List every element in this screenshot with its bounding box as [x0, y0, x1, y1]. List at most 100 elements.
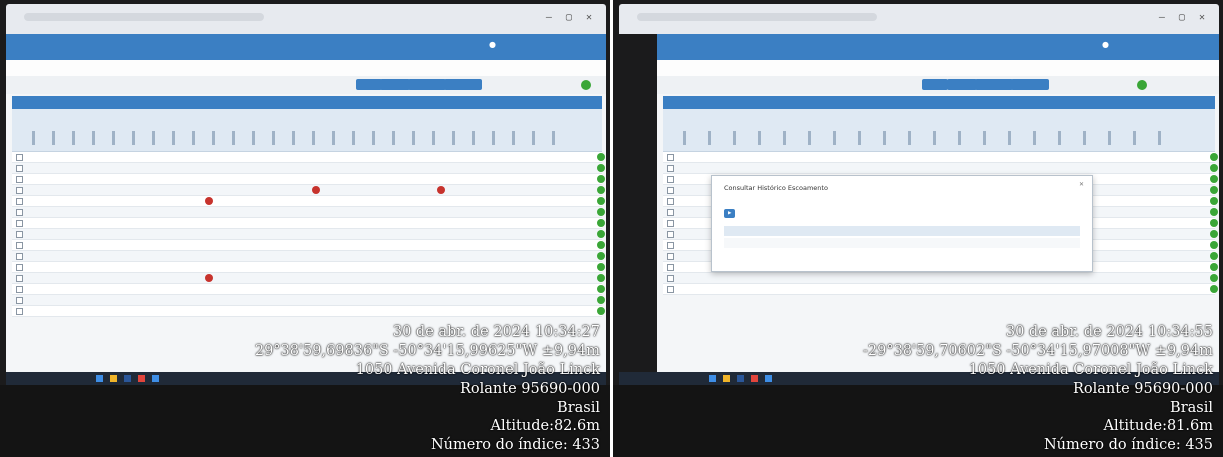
modal-table-row[interactable] [724, 238, 1080, 248]
row-checkbox[interactable] [16, 308, 23, 315]
row-checkbox[interactable] [667, 176, 674, 183]
status-dot[interactable] [597, 175, 605, 183]
table-row[interactable] [12, 284, 605, 295]
address-bar[interactable] [24, 13, 264, 21]
stamp-country: Brasil [1170, 399, 1213, 416]
table-row[interactable] [12, 207, 605, 218]
status-dot[interactable] [1210, 252, 1218, 260]
view-button[interactable] [975, 79, 1013, 90]
table-row[interactable] [12, 185, 605, 196]
table-row[interactable] [12, 306, 605, 317]
alert-dot [205, 274, 213, 282]
address-bar[interactable] [637, 13, 877, 21]
filter-button[interactable] [922, 79, 948, 90]
row-checkbox[interactable] [667, 209, 674, 216]
row-checkbox[interactable] [667, 286, 674, 293]
row-checkbox[interactable] [667, 264, 674, 271]
table-row[interactable] [12, 295, 605, 306]
row-checkbox[interactable] [16, 220, 23, 227]
table-row[interactable] [663, 152, 1218, 163]
status-dot[interactable] [597, 164, 605, 172]
export-button[interactable] [1011, 79, 1049, 90]
row-checkbox[interactable] [16, 297, 23, 304]
row-checkbox[interactable] [667, 231, 674, 238]
table-row[interactable] [12, 152, 605, 163]
taskbar-app-icon[interactable] [709, 375, 716, 382]
table-row[interactable] [12, 262, 605, 273]
status-dot[interactable] [1210, 263, 1218, 271]
status-dot[interactable] [597, 252, 605, 260]
status-dot[interactable] [597, 230, 605, 238]
export-button[interactable] [444, 79, 482, 90]
status-dot[interactable] [1210, 241, 1218, 249]
row-checkbox[interactable] [16, 187, 23, 194]
status-dot[interactable] [597, 263, 605, 271]
row-checkbox[interactable] [667, 242, 674, 249]
status-dot[interactable] [597, 197, 605, 205]
edit-button[interactable] [380, 79, 410, 90]
status-dot[interactable] [597, 208, 605, 216]
status-dot[interactable] [1210, 274, 1218, 282]
table-row[interactable] [12, 229, 605, 240]
status-dot[interactable] [1210, 230, 1218, 238]
window-controls[interactable]: – ▢ ✕ [1159, 12, 1209, 23]
view-button[interactable] [408, 79, 446, 90]
status-dot[interactable] [597, 274, 605, 282]
row-checkbox[interactable] [16, 264, 23, 271]
table-row[interactable] [12, 174, 605, 185]
status-dot[interactable] [1210, 186, 1218, 194]
bell-icon[interactable]: ● [1102, 40, 1109, 49]
window-controls[interactable]: – ▢ ✕ [546, 12, 596, 23]
taskbar-app-icon[interactable] [737, 375, 744, 382]
close-icon[interactable]: ✕ [1079, 181, 1084, 188]
status-dot[interactable] [597, 219, 605, 227]
row-checkbox[interactable] [16, 198, 23, 205]
row-checkbox[interactable] [16, 242, 23, 249]
status-dot[interactable] [597, 186, 605, 194]
row-checkbox[interactable] [16, 275, 23, 282]
row-checkbox[interactable] [667, 253, 674, 260]
table-row[interactable] [663, 163, 1218, 174]
modal-action-button[interactable]: ▶ [724, 209, 736, 218]
history-modal[interactable]: Consultar Histórico Escoamento ✕ ▶ [711, 175, 1093, 272]
status-dot[interactable] [597, 153, 605, 161]
table-row[interactable] [12, 240, 605, 251]
taskbar-app-icon[interactable] [751, 375, 758, 382]
row-checkbox[interactable] [667, 154, 674, 161]
row-checkbox[interactable] [16, 253, 23, 260]
bell-icon[interactable]: ● [489, 40, 496, 49]
row-checkbox[interactable] [667, 198, 674, 205]
row-checkbox[interactable] [16, 165, 23, 172]
taskbar-app-icon[interactable] [723, 375, 730, 382]
status-dot[interactable] [597, 307, 605, 315]
status-dot[interactable] [597, 296, 605, 304]
taskbar-app-icon[interactable] [765, 375, 772, 382]
status-dot[interactable] [1210, 164, 1218, 172]
table-row[interactable] [12, 218, 605, 229]
status-dot[interactable] [1210, 175, 1218, 183]
status-dot[interactable] [1210, 208, 1218, 216]
status-dot[interactable] [1210, 197, 1218, 205]
table-row[interactable] [12, 163, 605, 174]
row-checkbox[interactable] [667, 165, 674, 172]
row-checkbox[interactable] [16, 286, 23, 293]
status-dot[interactable] [1210, 285, 1218, 293]
status-dot[interactable] [1210, 219, 1218, 227]
row-checkbox[interactable] [16, 176, 23, 183]
table-row[interactable] [12, 251, 605, 262]
row-checkbox[interactable] [16, 231, 23, 238]
table-row[interactable] [663, 273, 1218, 284]
table-row[interactable] [12, 273, 605, 284]
status-dot[interactable] [1210, 153, 1218, 161]
table-row[interactable] [663, 284, 1218, 295]
status-dot[interactable] [597, 285, 605, 293]
row-checkbox[interactable] [667, 220, 674, 227]
filter-button[interactable] [356, 79, 382, 90]
row-checkbox[interactable] [667, 187, 674, 194]
table-row[interactable] [12, 196, 605, 207]
row-checkbox[interactable] [667, 275, 674, 282]
row-checkbox[interactable] [16, 209, 23, 216]
row-checkbox[interactable] [16, 154, 23, 161]
status-dot[interactable] [597, 241, 605, 249]
edit-button[interactable] [947, 79, 977, 90]
